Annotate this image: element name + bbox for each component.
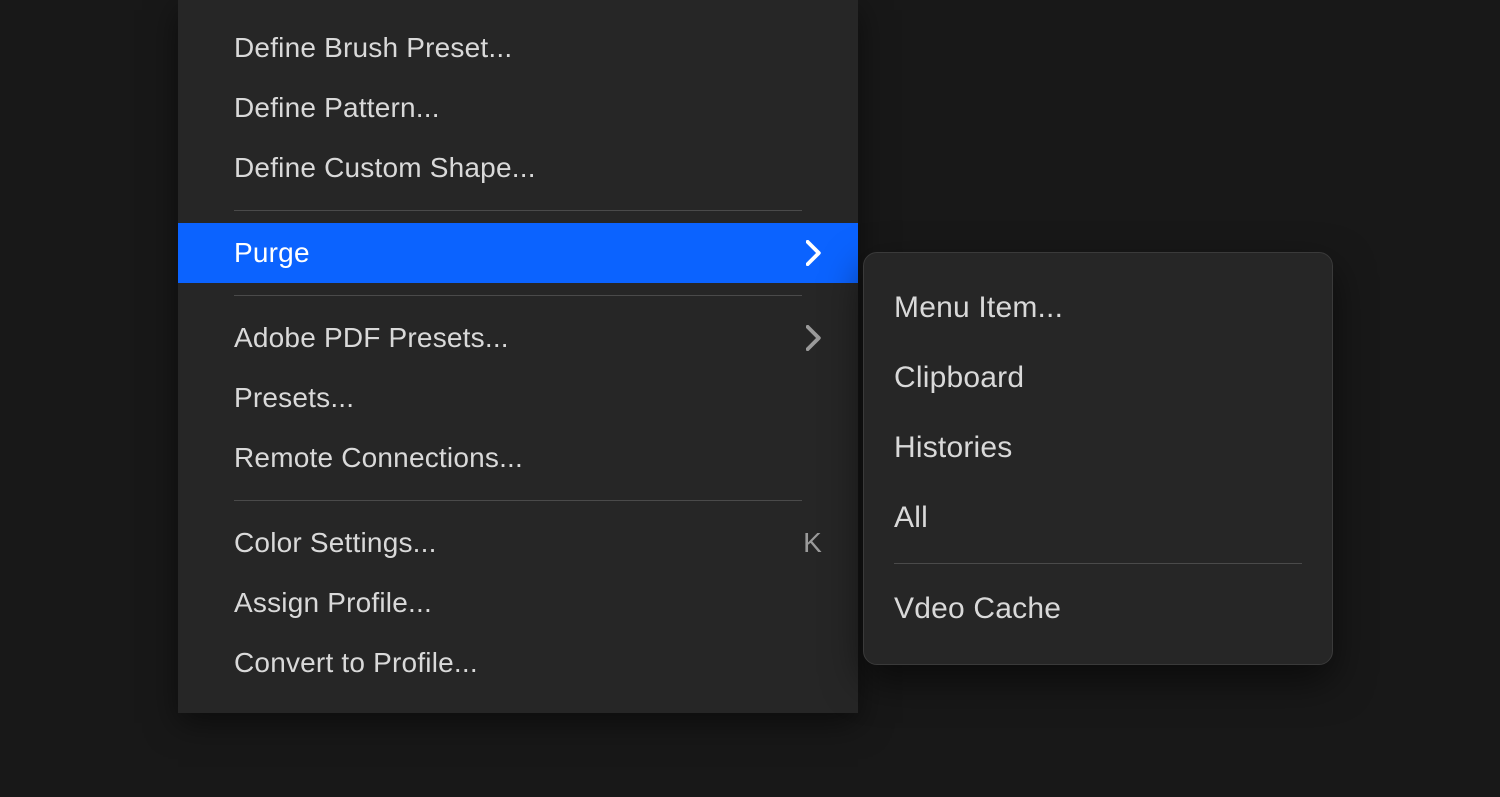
edit-menu: Define Brush Preset... Define Pattern...… [178, 0, 858, 713]
menu-item-label: Presets... [234, 382, 354, 414]
submenu-item-video-cache[interactable]: Vdeo Cache [864, 574, 1332, 644]
submenu-separator [894, 563, 1302, 564]
menu-item-label: Define Brush Preset... [234, 32, 512, 64]
menu-separator [234, 210, 802, 211]
menu-item-label: Define Pattern... [234, 92, 440, 124]
menu-item-label: Define Custom Shape... [234, 152, 536, 184]
menu-item-shortcut: K [803, 527, 822, 559]
submenu-item-label: Vdeo Cache [894, 592, 1061, 626]
menu-item-label: Remote Connections... [234, 442, 523, 474]
menu-item-label: Convert to Profile... [234, 647, 478, 679]
submenu-item-clipboard[interactable]: Clipboard [864, 343, 1332, 413]
menu-item-remote-connections[interactable]: Remote Connections... [178, 428, 858, 488]
menu-item-purge[interactable]: Purge [178, 223, 858, 283]
menu-item-color-settings[interactable]: Color Settings... K [178, 513, 858, 573]
submenu-item-histories[interactable]: Histories [864, 413, 1332, 483]
menu-item-label: Purge [234, 237, 310, 269]
menu-separator [234, 500, 802, 501]
menu-item-convert-to-profile[interactable]: Convert to Profile... [178, 633, 858, 693]
chevron-right-icon [806, 240, 822, 266]
menu-item-label: Adobe PDF Presets... [234, 322, 509, 354]
menu-item-label: Assign Profile... [234, 587, 432, 619]
menu-item-define-pattern[interactable]: Define Pattern... [178, 78, 858, 138]
submenu-item-label: Menu Item... [894, 291, 1063, 325]
menu-item-adobe-pdf-presets[interactable]: Adobe PDF Presets... [178, 308, 858, 368]
submenu-item-menu-item[interactable]: Menu Item... [864, 273, 1332, 343]
purge-submenu: Menu Item... Clipboard Histories All Vde… [863, 252, 1333, 665]
submenu-item-label: Histories [894, 431, 1013, 465]
menu-item-define-custom-shape[interactable]: Define Custom Shape... [178, 138, 858, 198]
menu-item-label: Color Settings... [234, 527, 437, 559]
chevron-right-icon [806, 325, 822, 351]
submenu-item-all[interactable]: All [864, 483, 1332, 553]
menu-item-presets[interactable]: Presets... [178, 368, 858, 428]
menu-separator [234, 295, 802, 296]
menu-item-assign-profile[interactable]: Assign Profile... [178, 573, 858, 633]
menu-item-define-brush-preset[interactable]: Define Brush Preset... [178, 18, 858, 78]
submenu-item-label: All [894, 501, 928, 535]
submenu-item-label: Clipboard [894, 361, 1024, 395]
